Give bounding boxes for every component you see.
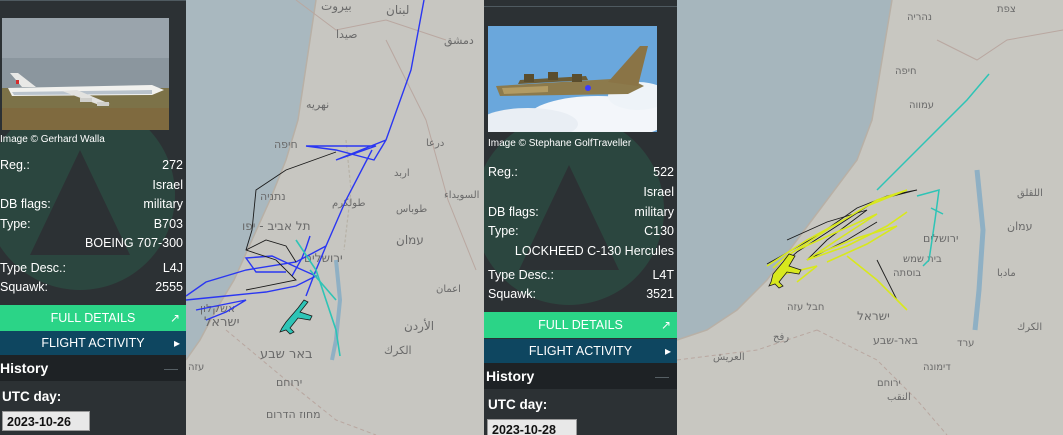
map-label: חבל עזה [787, 302, 824, 313]
map-label: ירוחם [276, 376, 302, 389]
collapse-icon[interactable]: — [655, 363, 669, 389]
field-value: Israel [152, 178, 183, 192]
map-label: נהריה [907, 12, 932, 23]
map-label: בית שמש [903, 254, 942, 265]
field-value: Israel [643, 185, 674, 199]
utc-day-label: UTC day: [488, 397, 548, 412]
field-value: LOCKHEED C-130 Hercules [514, 244, 674, 258]
map-label: اللقلق [1017, 188, 1043, 199]
field-value: military [634, 205, 674, 219]
map-label: السويداء [444, 190, 479, 201]
flight-activity-button[interactable]: FLIGHT ACTIVITY ▸ [484, 339, 677, 363]
map-label: עמان [396, 233, 424, 247]
map-label: ישראל [204, 315, 240, 330]
field-value: L4J [162, 261, 183, 275]
field-value: 3521 [646, 287, 674, 301]
field-label: Reg.: [0, 158, 30, 172]
field-value: military [143, 197, 183, 211]
map-label: ירושלים [923, 232, 958, 245]
map-label: العريش [713, 352, 745, 363]
map-label: צפת [997, 4, 1016, 15]
map-label: עמווה [909, 100, 934, 111]
map-label: חיפה [274, 138, 298, 151]
full-details-button[interactable]: FULL DETAILS ↗ [0, 305, 186, 331]
field-label: Type Desc.: [0, 261, 66, 275]
external-link-icon: ↗ [660, 318, 671, 332]
history-title: History [486, 368, 535, 384]
map-label: מחוז הדרום [266, 408, 321, 421]
map-label: مادبا [997, 268, 1016, 279]
flight-activity-label: FLIGHT ACTIVITY [41, 336, 145, 350]
map-label: طوباس [396, 204, 427, 215]
field-label: Type: [0, 217, 31, 231]
field-label: DB flags: [0, 197, 51, 211]
map-label: بيروت [321, 0, 352, 14]
history-section-header[interactable]: History — [0, 355, 186, 381]
map-label: رفح [773, 332, 789, 343]
map-label: الكرك [384, 344, 412, 357]
field-value: C130 [644, 224, 674, 238]
field-value: B703 [153, 217, 183, 231]
history-section-header[interactable]: History — [484, 363, 677, 389]
full-details-button[interactable]: FULL DETAILS ↗ [484, 312, 677, 338]
field-value: 2555 [155, 280, 183, 294]
history-title: History [0, 360, 49, 376]
map-label: ירוחם [877, 378, 901, 389]
map-label: עמان [1007, 220, 1033, 233]
full-details-label: FULL DETAILS [50, 311, 136, 325]
map-label: اعمان [436, 284, 461, 295]
map-label: ישראל [857, 309, 890, 323]
image-credit: Image © Stephane GolfTraveller [488, 138, 632, 149]
map-label: ערד [957, 338, 974, 349]
map-label: الأردن [404, 318, 434, 334]
field-label: Type: [488, 224, 519, 238]
aircraft-photo[interactable] [2, 18, 169, 130]
utc-date-input[interactable]: 2023-10-26 [2, 411, 90, 431]
field-value: 522 [653, 165, 674, 179]
field-label: Type Desc.: [488, 268, 554, 282]
map-label: באר-שבע [873, 334, 918, 347]
map-view-1[interactable]: بيروت لبنان صيدا دمشق نهريه חיפה נתניה ת… [186, 0, 484, 435]
map-label: لبنان [386, 3, 409, 17]
map-label: درعا [426, 138, 444, 149]
collapse-icon[interactable]: — [164, 355, 178, 381]
map-label: النقب [887, 392, 911, 403]
map-label: الكرك [1017, 322, 1042, 333]
map-label: نهريه [306, 98, 329, 111]
map-label: صيدا [336, 28, 358, 41]
map-label: נתניה [260, 190, 286, 203]
field-value: 272 [162, 158, 183, 172]
map-label: اربد [394, 168, 410, 179]
external-link-icon: ↗ [169, 311, 180, 325]
aircraft-photo[interactable] [488, 26, 657, 132]
left-aircraft-panel: Image © Gerhard Walla Reg.: 272 Israel DB… [0, 0, 186, 435]
map-view-2[interactable]: נהריה צפת חיפה ישראל עמان ירושלים באר-שב… [677, 0, 1063, 435]
flight-activity-label: FLIGHT ACTIVITY [528, 344, 633, 358]
field-label: Reg.: [488, 165, 518, 179]
map-label: חיפה [895, 66, 917, 77]
full-details-label: FULL DETAILS [538, 318, 623, 332]
utc-day-label: UTC day: [2, 389, 62, 404]
map-label: دمشق [444, 34, 474, 48]
utc-date-input[interactable]: 2023-10-28 [487, 419, 577, 435]
field-value: BOEING 707-300 [85, 236, 183, 250]
map-label: בוסתה [893, 268, 921, 279]
field-label: Squawk: [488, 287, 536, 301]
field-value: L4T [652, 268, 674, 282]
map-label: עזה [188, 362, 204, 373]
image-credit: Image © Gerhard Walla [0, 134, 105, 145]
panel-top-border [0, 0, 186, 1]
chevron-right-icon: ▸ [664, 344, 671, 358]
panel-top-border [484, 6, 677, 7]
flight-activity-button[interactable]: FLIGHT ACTIVITY ▸ [0, 331, 186, 355]
map-label: דימונה [923, 362, 951, 373]
chevron-right-icon: ▸ [173, 336, 180, 350]
field-label: DB flags: [488, 205, 539, 219]
map-label: באר שבע [260, 347, 313, 362]
map-label: طولكرم [332, 198, 365, 209]
field-label: Squawk: [0, 280, 48, 294]
right-aircraft-panel: Image © Stephane GolfTraveller Reg.: 522 … [484, 0, 677, 435]
